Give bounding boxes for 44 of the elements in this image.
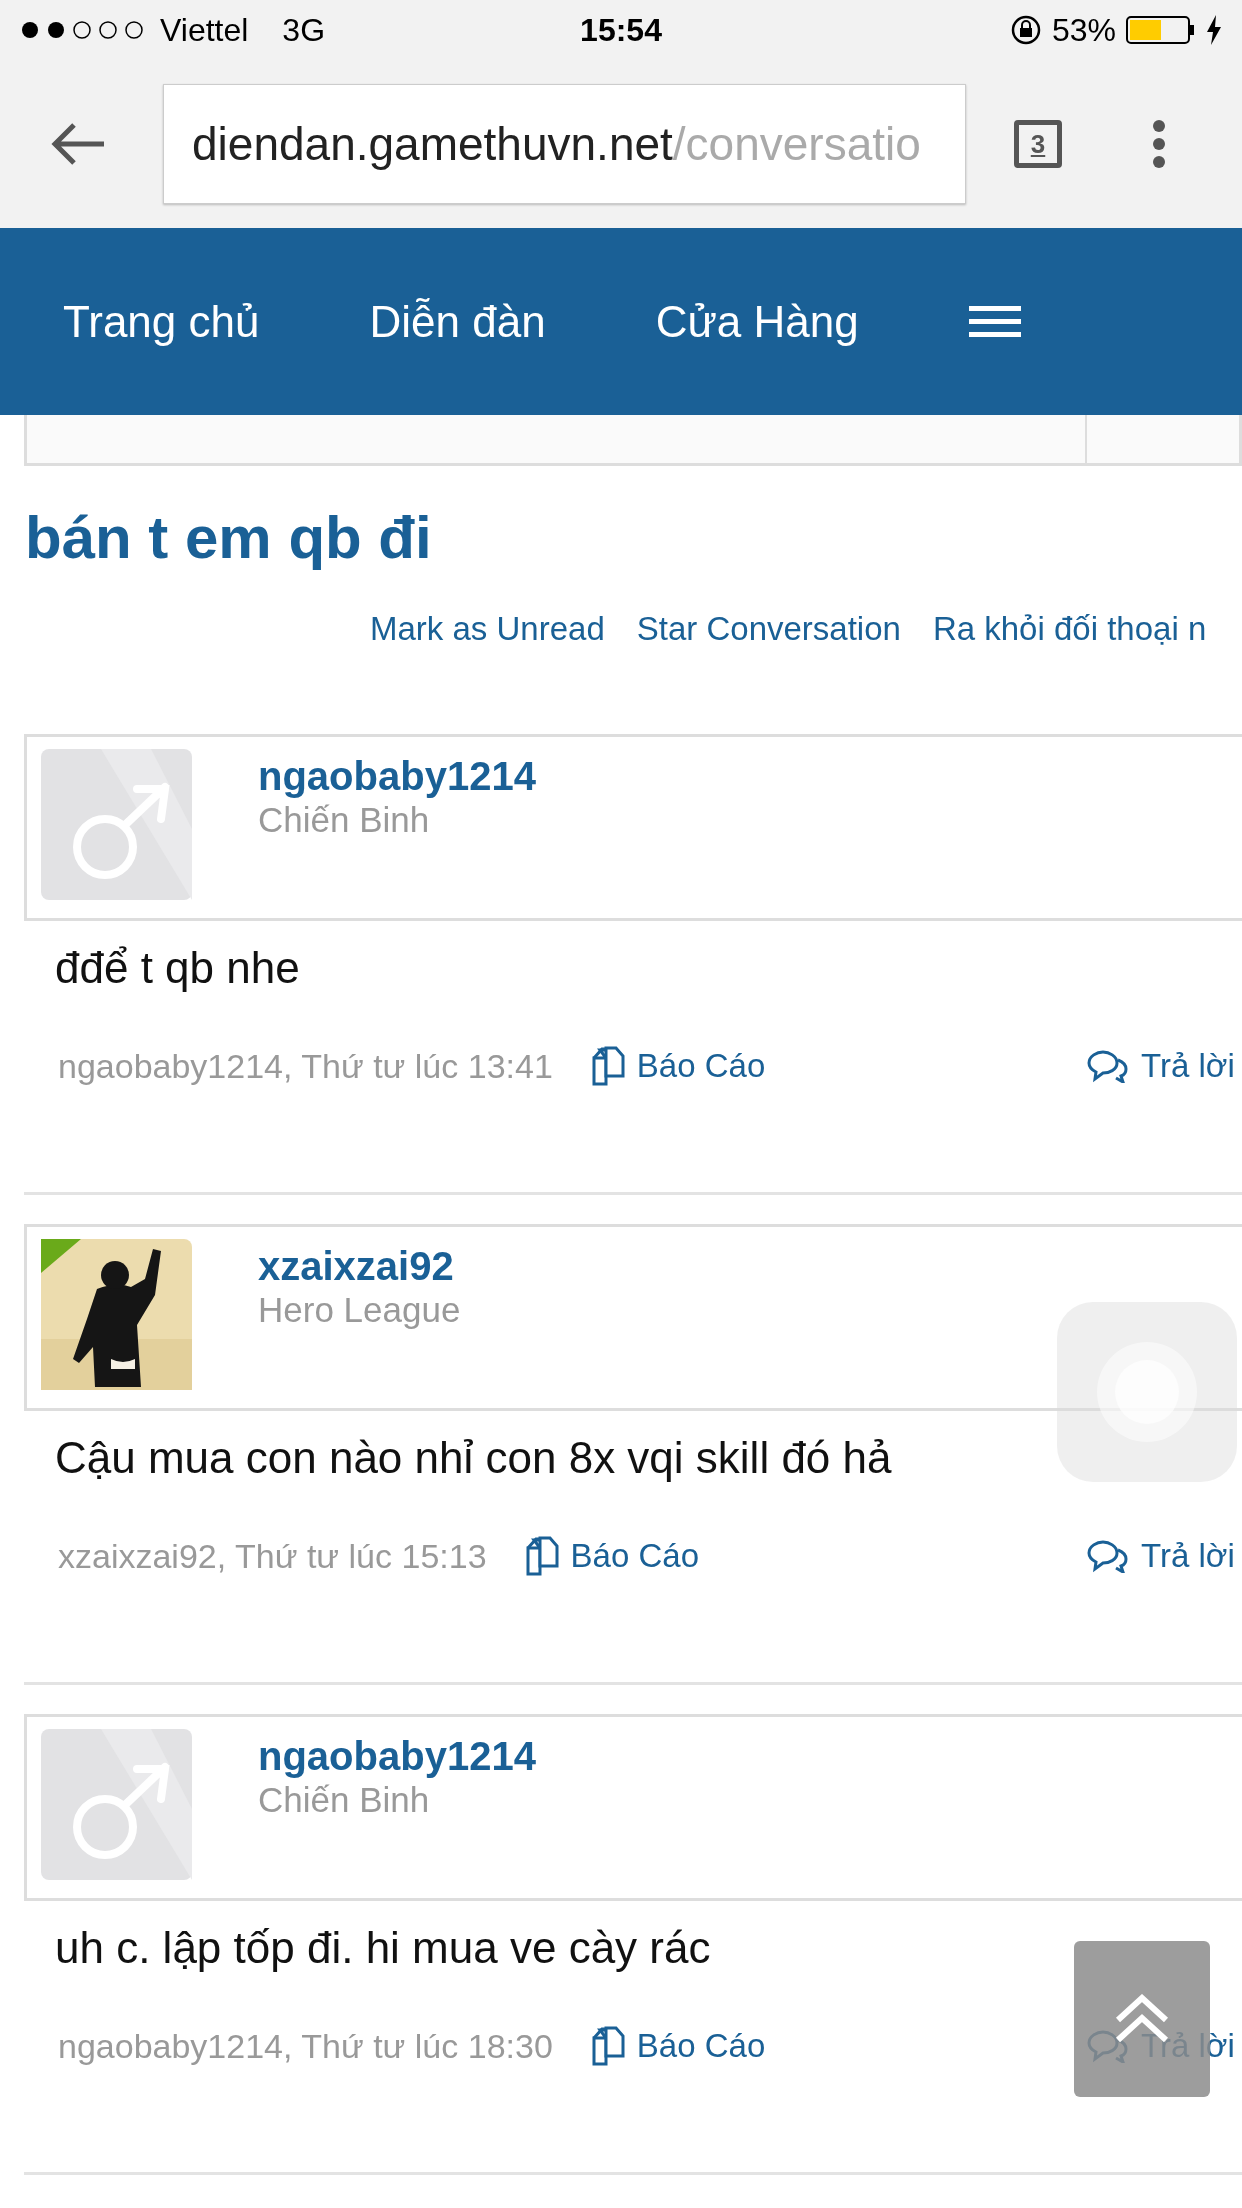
- action-link[interactable]: Mark as Unread: [370, 610, 605, 648]
- charging-icon: [1206, 15, 1222, 45]
- post-meta: ngaobaby1214, Thứ tư lúc 13:41: [58, 1046, 553, 1086]
- speech-bubbles-icon: [1085, 1539, 1129, 1573]
- address-field[interactable]: diendan.gamethuvn.net/conversatio: [163, 84, 966, 204]
- search-field[interactable]: [24, 415, 1242, 466]
- report-link[interactable]: Báo Cáo: [524, 1536, 699, 1576]
- action-link[interactable]: Ra khỏi đối thoại n: [932, 610, 1207, 648]
- nav-link[interactable]: Cửa Hàng: [655, 296, 859, 347]
- network-type: 3G: [282, 11, 326, 49]
- message-text: uh c. lập tốp đi. hi mua ve cày rác: [55, 1923, 712, 1973]
- message-text: Cậu mua con nào nhỉ con 8x vqi skill đó hả: [55, 1433, 893, 1483]
- clock-time: 15:54: [580, 11, 662, 49]
- nav-link[interactable]: Diễn đàn: [369, 296, 546, 347]
- back-arrow-icon[interactable]: [50, 122, 106, 166]
- speech-bubbles-icon: [1085, 1049, 1129, 1083]
- action-link[interactable]: Star Conversation: [636, 610, 901, 648]
- username-link[interactable]: ngaobaby1214: [258, 753, 536, 799]
- documents-icon: [590, 2026, 625, 2066]
- username-link[interactable]: xzaixzai92: [258, 1243, 461, 1289]
- user-rank: Chiến Binh: [258, 1779, 431, 1821]
- documents-icon: [590, 1046, 625, 1086]
- more-menu-icon[interactable]: [1152, 119, 1166, 169]
- battery-icon: [1126, 15, 1196, 45]
- carrier-name: Viettel: [160, 11, 249, 49]
- post-meta: ngaobaby1214, Thứ tư lúc 18:30: [58, 2026, 553, 2066]
- nav-link[interactable]: Trang chủ: [63, 296, 260, 347]
- user-rank: Chiến Binh: [258, 799, 431, 841]
- reply-link[interactable]: Trả lời: [1085, 1047, 1235, 1085]
- report-link[interactable]: Báo Cáo: [590, 1046, 766, 1086]
- menu-icon[interactable]: [968, 305, 1021, 338]
- documents-icon: [524, 1536, 559, 1576]
- report-link[interactable]: Báo Cáo: [590, 2026, 766, 2066]
- message-text: đđể t qb nhe: [55, 943, 301, 993]
- male-symbol-avatar-icon: [41, 749, 192, 900]
- reply-link[interactable]: Trả lời: [1085, 1537, 1235, 1575]
- user-rank: Hero League: [258, 1289, 461, 1331]
- conversation-title: bán t em qb đi: [25, 503, 433, 573]
- rotation-lock-icon: [1009, 14, 1042, 46]
- tab-count-button[interactable]: 3: [1014, 120, 1062, 168]
- battery-percent: 53%: [1051, 11, 1116, 49]
- male-symbol-avatar-icon: [41, 1729, 192, 1880]
- username-link[interactable]: ngaobaby1214: [258, 1733, 536, 1779]
- post-meta: xzaixzai92, Thứ tư lúc 15:13: [58, 1536, 487, 1576]
